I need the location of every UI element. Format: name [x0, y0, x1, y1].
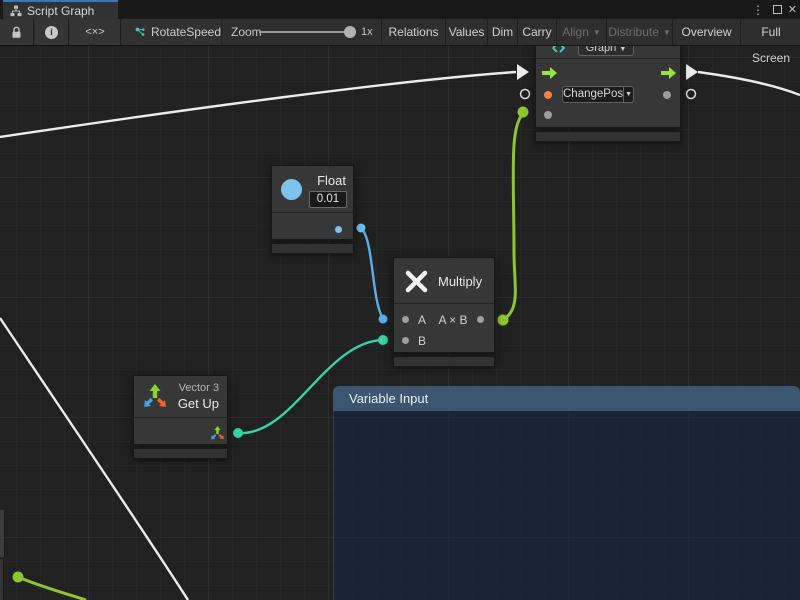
- wire-white-out: [698, 72, 800, 95]
- view-source-button[interactable]: <×>: [70, 19, 121, 45]
- wire-endpoint-green: [518, 107, 529, 118]
- flow-input-arrow-icon[interactable]: [542, 67, 557, 79]
- toolbar-button-distribute[interactable]: Distribute▼: [606, 19, 672, 45]
- node-footer: [133, 448, 228, 459]
- port-float-output[interactable]: [335, 226, 342, 233]
- wire-endpoint-teal: [378, 335, 388, 345]
- group-body: [333, 411, 800, 600]
- node-multiply[interactable]: Multiply A A × B B: [393, 257, 495, 353]
- info-icon: i: [45, 26, 58, 39]
- toolbar-button-dim[interactable]: Dim: [487, 19, 517, 45]
- port-output-value[interactable]: [663, 91, 671, 99]
- toolbar-button-relations[interactable]: Relations: [381, 19, 445, 45]
- offscreen-node-footer: [0, 559, 4, 600]
- chevron-down-icon: ▼: [623, 87, 633, 102]
- node-footer: [271, 243, 354, 254]
- window-close-icon[interactable]: ✕: [788, 0, 797, 19]
- float-value-input[interactable]: 0.01: [309, 191, 347, 208]
- group-header[interactable]: Variable Input: [333, 386, 800, 411]
- node-title: Float: [317, 173, 346, 188]
- breadcrumb-label: RotateSpeed: [151, 25, 221, 39]
- wire-endpoint-blue: [379, 315, 388, 324]
- script-graph-window: Script Graph ⋮ ✕ i <×> RotateSpeed: [0, 0, 800, 600]
- lock-button[interactable]: [0, 19, 34, 45]
- lock-icon: [11, 26, 22, 39]
- port-input-value[interactable]: [544, 111, 552, 119]
- port-vector3-output[interactable]: [210, 425, 225, 441]
- toolbar-button-values[interactable]: Values: [445, 19, 487, 45]
- node-float-literal[interactable]: Float 0.01: [271, 165, 354, 240]
- wire-blue-float-to-a: [361, 228, 383, 319]
- wire-endpoint-teal: [233, 428, 243, 438]
- node-footer: [535, 131, 681, 142]
- graph-asset-icon: [135, 26, 145, 38]
- port-a-label: A: [418, 313, 426, 327]
- zoom-slider-track[interactable]: [259, 31, 352, 33]
- wire-endpoint-green: [13, 572, 24, 583]
- inspect-button[interactable]: i: [35, 19, 69, 45]
- port-variable-name[interactable]: [544, 91, 552, 99]
- flow-arrowhead-right: [686, 64, 698, 80]
- wire-endpoint-blue: [357, 224, 366, 233]
- zoom-slider-handle[interactable]: [344, 26, 356, 38]
- port-b[interactable]: [402, 337, 409, 344]
- offscreen-node[interactable]: [0, 510, 5, 557]
- wire-green-multiply-to-graph: [503, 113, 524, 320]
- float-type-icon: [281, 179, 302, 200]
- tab-script-graph[interactable]: Script Graph: [3, 0, 118, 19]
- breadcrumb[interactable]: RotateSpeed: [122, 19, 222, 45]
- toolbar-button-align[interactable]: Align▼: [556, 19, 606, 45]
- chevron-down-icon: ▼: [593, 28, 601, 37]
- vector3-icon: [142, 382, 168, 410]
- window-menu-icon[interactable]: ⋮: [752, 0, 764, 19]
- port-result[interactable]: [477, 316, 484, 323]
- toolbar-button-fullscreen[interactable]: Full Screen: [740, 19, 800, 45]
- node-graph-event[interactable]: Graph ▼ ChangePos ▼: [535, 46, 681, 128]
- wire-green-bottom: [18, 577, 86, 600]
- variable-select[interactable]: ChangePos ▼: [562, 86, 634, 103]
- node-vector3-get-up[interactable]: Vector 3 Get Up: [133, 375, 228, 445]
- code-icon: <×>: [85, 26, 104, 38]
- port-a[interactable]: [402, 316, 409, 323]
- tab-bar: Script Graph ⋮ ✕: [0, 0, 800, 19]
- tab-title: Script Graph: [27, 4, 94, 18]
- wire-endpoint-green: [498, 315, 509, 326]
- wire-white-in: [0, 72, 516, 137]
- graph-canvas[interactable]: Variable Input: [0, 46, 800, 600]
- zoom-value: 1x: [361, 26, 373, 38]
- node-title: Get Up: [178, 396, 219, 411]
- flow-arrowhead-left: [517, 64, 529, 80]
- node-footer: [393, 356, 495, 367]
- window-maximize-icon[interactable]: [773, 0, 782, 19]
- group-variable-input[interactable]: Variable Input: [333, 386, 800, 600]
- multiply-icon: [403, 268, 430, 295]
- zoom-label: Zoom: [231, 25, 262, 39]
- wire-white-diagonal: [0, 318, 188, 600]
- chevron-down-icon: ▼: [619, 46, 626, 53]
- node-title: Multiply: [438, 274, 482, 289]
- node-type-label: Vector 3: [179, 382, 219, 394]
- toolbar-button-overview[interactable]: Overview: [672, 19, 740, 45]
- graph-header-dropdown[interactable]: Graph ▼: [578, 46, 634, 56]
- chevron-down-icon: ▼: [663, 28, 671, 37]
- toolbar-button-carry[interactable]: Carry: [517, 19, 556, 45]
- port-result-label: A × B: [434, 313, 472, 327]
- bolt-graph-icon: [552, 46, 565, 54]
- flow-output-arrow-icon[interactable]: [661, 67, 676, 79]
- graph-hierarchy-icon: [10, 5, 22, 17]
- port-ring-left: [521, 90, 530, 99]
- graph-toolbar: i <×> RotateSpeed Zoom 1x Relations Valu…: [0, 19, 800, 46]
- port-ring-right: [687, 90, 696, 99]
- port-b-label: B: [418, 334, 426, 348]
